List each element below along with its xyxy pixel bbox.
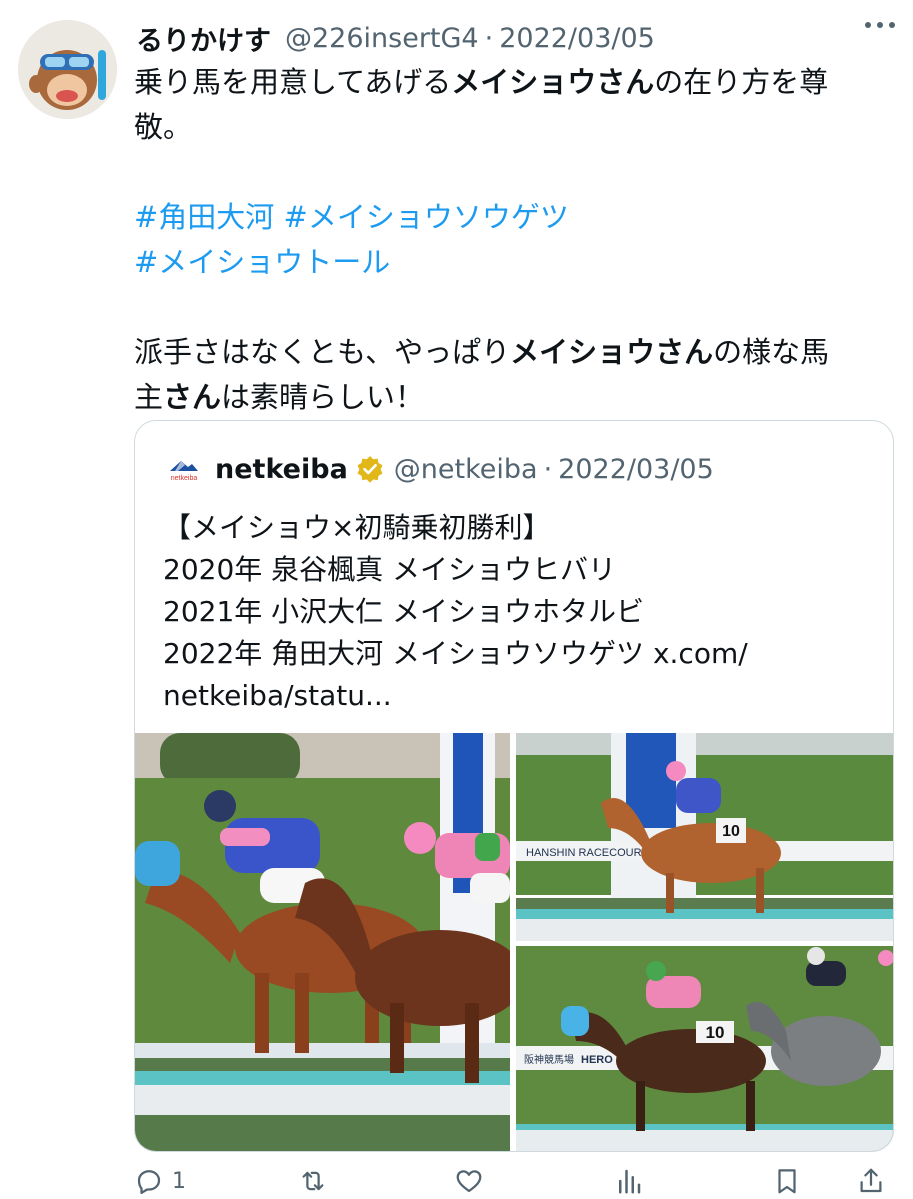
netkeiba-logo: netkeiba: [167, 456, 201, 482]
heart-icon: [456, 1170, 482, 1193]
monkey-avatar-image: [18, 20, 117, 119]
quoted-author-handle[interactable]: @netkeiba: [394, 454, 538, 485]
saddle-number: 10: [706, 1023, 725, 1042]
race-photo-3[interactable]: 阪神競馬場 HERO IS 10: [516, 946, 893, 1151]
saddle-number: 10: [722, 823, 740, 840]
tweet-date[interactable]: 2022/03/05: [499, 23, 655, 54]
share-icon: [860, 1168, 882, 1193]
tweet-header: るりかけす @226insertG4 · 2022/03/05: [136, 16, 655, 60]
retweet-icon: [302, 1171, 324, 1191]
retweet-button[interactable]: [298, 1166, 328, 1196]
verified-badge-icon: [357, 456, 383, 483]
author-handle[interactable]: @226insertG4: [285, 23, 479, 54]
avatar[interactable]: [18, 20, 117, 119]
race-photo-2[interactable]: HANSHIN RACECOURSE 10: [516, 733, 893, 941]
reply-button[interactable]: 1: [134, 1166, 186, 1196]
racecourse-sign: HANSHIN RACECOURSE: [526, 847, 656, 859]
more-options-icon[interactable]: [865, 22, 895, 28]
views-button[interactable]: [614, 1166, 644, 1196]
tweet-line-1: 乗り馬を用意してあげるメイショウさんの在り方を尊: [134, 65, 829, 99]
bar-chart-icon: [619, 1169, 641, 1194]
author-name[interactable]: るりかけす: [136, 19, 271, 58]
quoted-line: 2022年 角田大河 メイショウソウゲツ x.com/: [163, 637, 748, 670]
kanji-sign: 阪神競馬場: [524, 1053, 574, 1066]
quoted-line: 2021年 小沢大仁 メイショウホタルビ: [163, 595, 645, 628]
separator-dot: ·: [484, 22, 494, 54]
svg-text:netkeiba: netkeiba: [171, 475, 198, 482]
bookmark-icon: [778, 1169, 796, 1194]
quoted-tweet-text: 【メイショウ×初騎乗初勝利】 2020年 泉谷楓真 メイショウヒバリ 2021年…: [163, 507, 883, 717]
quoted-tweet-header: netkeiba netkeiba @netkeiba · 2022/03/05: [167, 451, 714, 487]
quoted-tweet-date: 2022/03/05: [558, 453, 714, 485]
race-photo-1[interactable]: [135, 733, 510, 1151]
hashtag-link[interactable]: #角田大河: [134, 200, 274, 234]
tweet-line-2: 敬。: [134, 110, 193, 144]
quoted-line: netkeiba/statu...: [163, 679, 392, 712]
bookmark-button[interactable]: [772, 1166, 802, 1196]
like-button[interactable]: [454, 1166, 484, 1196]
tweet-action-bar: 1: [134, 1166, 894, 1199]
quoted-tweet-card[interactable]: netkeiba netkeiba @netkeiba · 2022/03/05…: [134, 420, 894, 1152]
quoted-line: 【メイショウ×初騎乗初勝利】: [163, 511, 551, 544]
hashtag-link[interactable]: #メイショウソウゲツ: [284, 200, 569, 234]
separator-dot: ·: [543, 453, 553, 485]
hashtag-link[interactable]: #メイショウトール: [134, 245, 390, 279]
tweet-text: 乗り馬を用意してあげるメイショウさんの在り方を尊 敬。 #角田大河 #メイショウ…: [134, 60, 894, 420]
quoted-line: 2020年 泉谷楓真 メイショウヒバリ: [163, 553, 617, 586]
quoted-author-name[interactable]: netkeiba: [215, 454, 348, 485]
share-button[interactable]: [856, 1166, 886, 1196]
hashtag-line-1: #角田大河 #メイショウソウゲツ: [134, 195, 894, 240]
tweet-line-4: 主さんは素晴らしい！: [134, 380, 425, 414]
photo-grid: HANSHIN RACECOURSE 10 阪神競馬場 HERO IS 10: [135, 733, 893, 1151]
reply-icon: [137, 1170, 161, 1194]
hashtag-line-2: #メイショウトール: [134, 240, 894, 285]
tweet-line-3: 派手さはなくとも、やっぱりメイショウさんの様な馬: [134, 335, 830, 369]
reply-count: 1: [172, 1168, 186, 1194]
